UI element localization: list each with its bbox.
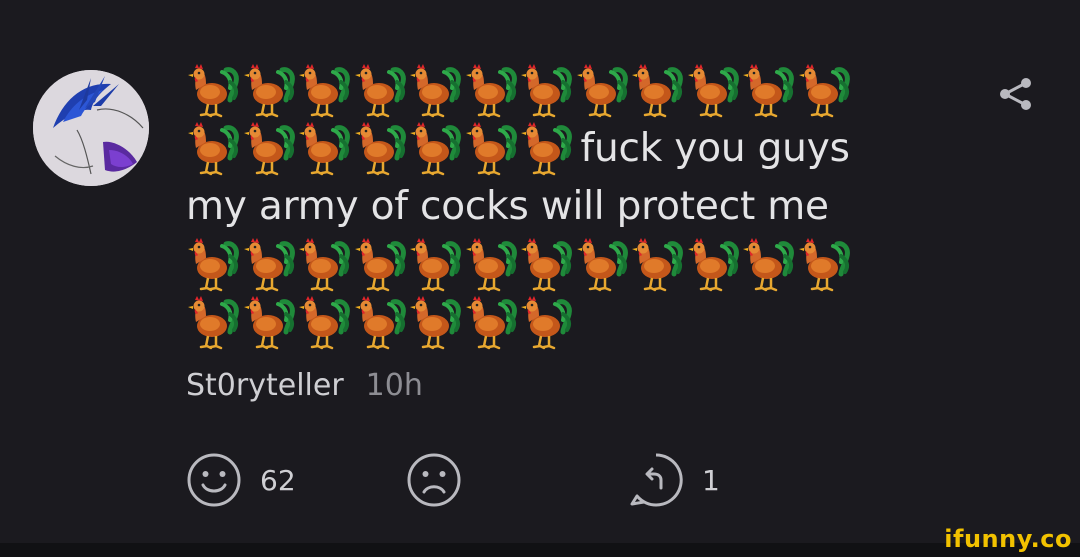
rooster-emoji xyxy=(797,236,853,294)
sad-face-icon xyxy=(407,453,461,507)
rooster-emoji xyxy=(630,236,686,294)
rooster-emoji xyxy=(408,120,464,178)
rooster-emoji xyxy=(575,62,631,120)
bottom-strip xyxy=(0,543,1080,557)
rooster-emoji xyxy=(186,294,242,352)
rooster-emoji xyxy=(242,236,298,294)
comment-meta: St0ryteller 10h xyxy=(186,368,423,403)
rooster-emoji xyxy=(797,62,853,120)
comment-actions: 62 1 xyxy=(186,452,786,508)
rooster-emoji xyxy=(353,294,409,352)
rooster-emoji xyxy=(686,62,742,120)
smile-icon xyxy=(187,453,241,507)
rooster-emoji xyxy=(519,120,575,178)
comment-text-line-2: fuck you guys xyxy=(580,126,850,171)
timestamp: 10h xyxy=(365,368,423,403)
reply-button[interactable]: 1 xyxy=(628,452,720,508)
rooster-emoji xyxy=(186,236,242,294)
emoji-row-4 xyxy=(186,294,926,352)
rooster-emoji xyxy=(519,294,575,352)
rooster-emoji xyxy=(186,120,242,178)
reply-icon xyxy=(630,453,683,507)
smile-button[interactable]: 62 xyxy=(186,452,296,508)
emoji-row-2: fuck you guys xyxy=(186,120,926,178)
rooster-emoji xyxy=(297,120,353,178)
rooster-emoji xyxy=(242,294,298,352)
rooster-emoji xyxy=(741,236,797,294)
rooster-emoji xyxy=(519,62,575,120)
unsmile-button[interactable] xyxy=(406,452,462,508)
emoji-row-3 xyxy=(186,236,926,294)
rooster-emoji xyxy=(464,120,520,178)
rooster-emoji xyxy=(408,62,464,120)
avatar[interactable] xyxy=(33,70,149,186)
rooster-emoji xyxy=(408,294,464,352)
rooster-emoji xyxy=(297,236,353,294)
rooster-emoji xyxy=(297,62,353,120)
like-count: 62 xyxy=(260,463,296,497)
rooster-emoji xyxy=(630,62,686,120)
rooster-emoji xyxy=(242,120,298,178)
comment-text: fuck you guys my army of cocks will prot… xyxy=(186,62,926,352)
rooster-emoji xyxy=(353,120,409,178)
rooster-emoji xyxy=(186,62,242,120)
rooster-emoji xyxy=(464,236,520,294)
rooster-emoji xyxy=(741,62,797,120)
reply-count: 1 xyxy=(702,463,720,497)
rooster-emoji xyxy=(353,62,409,120)
rooster-emoji xyxy=(242,62,298,120)
rooster-emoji xyxy=(686,236,742,294)
ifunny-watermark: ifunny.co xyxy=(944,525,1072,553)
rooster-emoji xyxy=(353,236,409,294)
share-icon[interactable] xyxy=(996,74,1036,114)
rooster-emoji xyxy=(464,294,520,352)
rooster-emoji xyxy=(464,62,520,120)
rooster-emoji xyxy=(297,294,353,352)
comment-screen: fuck you guys my army of cocks will prot… xyxy=(0,0,1080,557)
rooster-emoji xyxy=(519,236,575,294)
comment-text-line-3: my army of cocks will protect me xyxy=(186,184,829,229)
rooster-emoji xyxy=(575,236,631,294)
emoji-row-1 xyxy=(186,62,926,120)
rooster-emoji xyxy=(408,236,464,294)
author-name[interactable]: St0ryteller xyxy=(186,368,344,403)
